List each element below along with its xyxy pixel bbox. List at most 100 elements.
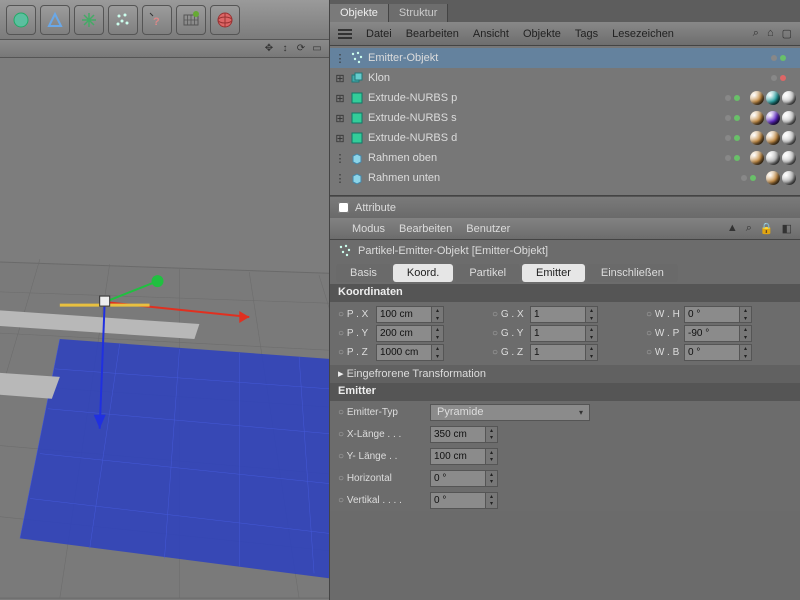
expand-icon[interactable]: ⊞ (334, 112, 346, 125)
spinner[interactable]: ▴▾ (486, 470, 498, 487)
tool-sphere-button[interactable] (6, 5, 36, 35)
spinner[interactable]: ▴▾ (432, 325, 444, 342)
material-tags[interactable] (750, 111, 796, 125)
expand-icon[interactable]: ⊞ (334, 72, 346, 85)
tree-row[interactable]: ⋮ Rahmen oben (330, 148, 800, 168)
atab-emitter[interactable]: Emitter (522, 264, 585, 282)
visibility-dots[interactable] (771, 75, 786, 81)
menu-datei[interactable]: Datei (366, 28, 392, 40)
menu-lesezeichen[interactable]: Lesezeichen (612, 28, 674, 40)
menu-ansicht[interactable]: Ansicht (473, 28, 509, 40)
attr-menu-modus[interactable]: Modus (352, 223, 385, 235)
field-wh[interactable] (684, 306, 740, 323)
vp-updown-icon[interactable]: ↕ (279, 43, 291, 55)
vp-maximize-icon[interactable]: ▭ (311, 43, 323, 55)
attr-menu-bearbeiten[interactable]: Bearbeiten (399, 223, 452, 235)
expand-icon[interactable]: ⊞ (334, 92, 346, 105)
expand-icon[interactable]: ⋮ (334, 172, 346, 185)
attr-menu-benutzer[interactable]: Benutzer (466, 223, 510, 235)
tool-grid-button[interactable] (176, 5, 206, 35)
label-wb: W . B (646, 347, 680, 358)
spinner[interactable]: ▴▾ (586, 344, 598, 361)
menu-objekte[interactable]: Objekte (523, 28, 561, 40)
cube-icon (350, 151, 364, 165)
label-py: P . Y (338, 328, 372, 339)
visibility-dots[interactable] (725, 95, 740, 101)
expand-icon[interactable]: ⋮ (334, 152, 346, 165)
attribute-header: Attribute (330, 196, 800, 218)
field-gx[interactable] (530, 306, 586, 323)
menu-bearbeiten[interactable]: Bearbeiten (406, 28, 459, 40)
tree-row[interactable]: ⊞ Klon (330, 68, 800, 88)
visibility-dots[interactable] (741, 175, 756, 181)
spinner[interactable]: ▴▾ (740, 306, 752, 323)
atab-basis[interactable]: Basis (336, 264, 391, 282)
tree-row[interactable]: ⋮ Rahmen unten (330, 168, 800, 188)
field-gz[interactable] (530, 344, 586, 361)
field-wp[interactable] (684, 325, 740, 342)
material-tags[interactable] (750, 91, 796, 105)
viewport-3d[interactable] (0, 58, 329, 600)
atab-einschliessen[interactable]: Einschließen (587, 264, 678, 282)
tree-label: Extrude-NURBS p (368, 92, 478, 104)
home-icon[interactable]: ⌂ (767, 27, 774, 40)
coord-grid: P . X▴▾ G . X▴▾ W . H▴▾ P . Y▴▾ G . Y▴▾ … (330, 302, 800, 365)
visibility-dots[interactable] (771, 55, 786, 61)
field-wb[interactable] (684, 344, 740, 361)
field-ylen[interactable] (430, 448, 486, 465)
search-icon[interactable]: ⌕ (753, 27, 759, 40)
search-icon[interactable]: ⌕ (746, 222, 752, 235)
spinner[interactable]: ▴▾ (432, 306, 444, 323)
expand-icon[interactable]: ⋮ (334, 52, 346, 65)
tool-deformer-button[interactable] (40, 5, 70, 35)
expand-icon[interactable]: ⊞ (334, 132, 346, 145)
tree-row[interactable]: ⊞ Extrude-NURBS d (330, 128, 800, 148)
visibility-dots[interactable] (725, 155, 740, 161)
attribute-checkbox[interactable] (338, 202, 349, 213)
vp-rotate-icon[interactable]: ⟳ (295, 43, 307, 55)
material-tags[interactable] (750, 131, 796, 145)
field-px[interactable] (376, 306, 432, 323)
spinner[interactable]: ▴▾ (740, 325, 752, 342)
spinner[interactable]: ▴▾ (486, 448, 498, 465)
lock-icon[interactable]: 🔒 (760, 222, 774, 235)
tab-struktur[interactable]: Struktur (389, 4, 449, 22)
menu-tags[interactable]: Tags (575, 28, 598, 40)
spinner[interactable]: ▴▾ (486, 492, 498, 509)
vp-move-icon[interactable]: ✥ (263, 43, 275, 55)
tool-help-button[interactable]: ? (142, 5, 172, 35)
burger-icon[interactable] (338, 29, 352, 39)
atab-koord[interactable]: Koord. (393, 264, 453, 282)
field-gy[interactable] (530, 325, 586, 342)
material-tags[interactable] (750, 151, 796, 165)
pin-icon[interactable]: ◧ (782, 222, 792, 235)
tool-particles-button[interactable] (108, 5, 138, 35)
section-frozen[interactable]: ▸ Eingefrorene Transformation (330, 365, 800, 383)
tool-expand-button[interactable] (74, 5, 104, 35)
field-vert[interactable] (430, 492, 486, 509)
tree-row[interactable]: ⊞ Extrude-NURBS p (330, 88, 800, 108)
select-emitter-typ[interactable]: Pyramide▾ (430, 404, 590, 421)
spinner[interactable]: ▴▾ (740, 344, 752, 361)
material-tags[interactable] (766, 171, 796, 185)
field-pz[interactable] (376, 344, 432, 361)
field-xlen[interactable] (430, 426, 486, 443)
chevron-down-icon: ▾ (579, 408, 583, 417)
tab-objekte[interactable]: Objekte (330, 4, 389, 22)
collapse-icon[interactable]: ▢ (782, 27, 792, 40)
spinner[interactable]: ▴▾ (486, 426, 498, 443)
field-py[interactable] (376, 325, 432, 342)
tool-globe-button[interactable] (210, 5, 240, 35)
viewport-header: ✥ ↕ ⟳ ▭ (0, 40, 329, 58)
spinner[interactable]: ▴▾ (586, 306, 598, 323)
object-tree[interactable]: ⋮ Emitter-Objekt ⊞ Klon ⊞ Extrude-NURBS … (330, 46, 800, 196)
spinner[interactable]: ▴▾ (432, 344, 444, 361)
field-horiz[interactable] (430, 470, 486, 487)
visibility-dots[interactable] (725, 135, 740, 141)
nav-up-icon[interactable]: ▲ (727, 222, 738, 235)
visibility-dots[interactable] (725, 115, 740, 121)
tree-row[interactable]: ⋮ Emitter-Objekt (330, 48, 800, 68)
spinner[interactable]: ▴▾ (586, 325, 598, 342)
atab-partikel[interactable]: Partikel (455, 264, 520, 282)
tree-row[interactable]: ⊞ Extrude-NURBS s (330, 108, 800, 128)
